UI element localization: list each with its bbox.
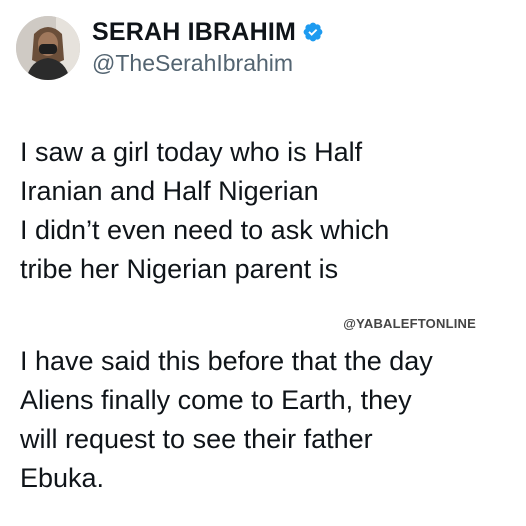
avatar[interactable] <box>16 16 80 80</box>
verified-badge-icon <box>302 21 324 43</box>
tweet-header: SERAH IBRAHIM @TheSerahIbrahim <box>16 8 324 88</box>
tweet-text-paragraph-2: I have said this before that the day Ali… <box>20 346 433 493</box>
name-row: SERAH IBRAHIM <box>92 18 324 46</box>
tweet-card: SERAH IBRAHIM @TheSerahIbrahim I saw a g… <box>0 0 526 526</box>
author-handle[interactable]: @TheSerahIbrahim <box>92 48 324 78</box>
profile-photo-icon <box>16 16 80 80</box>
watermark: @YABALEFTONLINE <box>343 316 476 331</box>
display-name[interactable]: SERAH IBRAHIM <box>92 18 296 46</box>
tweet-text-paragraph-1: I saw a girl today who is Half Iranian a… <box>20 137 390 284</box>
author-names: SERAH IBRAHIM @TheSerahIbrahim <box>92 18 324 78</box>
